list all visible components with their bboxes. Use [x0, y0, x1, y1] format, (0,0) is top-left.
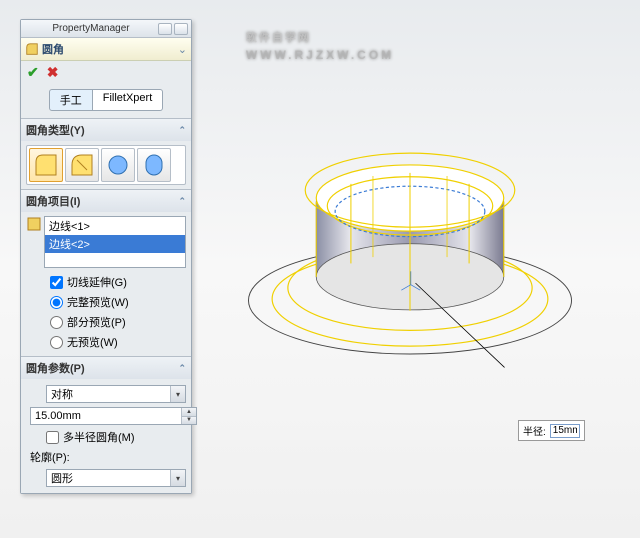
fillet-type-group [26, 145, 186, 185]
profile-value: 圆形 [47, 470, 170, 486]
fillet-icon [25, 42, 39, 56]
multi-radius-label: 多半径圆角(M) [63, 429, 135, 445]
list-item[interactable]: 边线<1> [45, 217, 185, 235]
feature-header: 圆角 ⌄ [21, 38, 191, 61]
section-header-items[interactable]: 圆角项目(I) ⌃ [21, 190, 191, 212]
fillet-type-constant[interactable] [29, 148, 63, 182]
tab-manual[interactable]: 手工 [49, 89, 93, 111]
fillet-type-face[interactable] [101, 148, 135, 182]
watermark-text: 软件自学网 [246, 32, 311, 44]
radius-spinner[interactable]: ▲ ▼ [30, 407, 197, 425]
chevron-down-icon[interactable]: ⌄ [178, 43, 187, 56]
panel-title: PropertyManager [24, 23, 158, 34]
profile-dropdown[interactable]: 圆形 ▾ [46, 469, 186, 487]
partial-preview-row: 部分预览(P) [26, 312, 186, 332]
fillet-type-full-round[interactable] [137, 148, 171, 182]
partial-preview-radio[interactable] [50, 316, 63, 329]
multi-radius-checkbox[interactable] [46, 431, 59, 444]
full-preview-radio[interactable] [50, 296, 63, 309]
fillet-type-variable[interactable] [65, 148, 99, 182]
chevron-up-icon: ⌃ [178, 125, 186, 136]
property-manager-panel: PropertyManager 圆角 ⌄ ✔ ✖ 手工 FilletXpert … [20, 19, 192, 494]
no-preview-label: 无预览(W) [67, 334, 118, 350]
tabs: 手工 FilletXpert [21, 84, 191, 118]
cancel-button[interactable]: ✖ [47, 64, 59, 81]
chevron-down-icon[interactable]: ▾ [170, 386, 185, 402]
no-preview-radio[interactable] [50, 336, 63, 349]
section-title-params: 圆角参数(P) [26, 360, 85, 376]
model-3d[interactable] [195, 135, 625, 395]
selection-icon [26, 216, 42, 232]
full-preview-label: 完整预览(W) [67, 294, 129, 310]
section-header-type[interactable]: 圆角类型(Y) ⌃ [21, 119, 191, 141]
action-row: ✔ ✖ [21, 61, 191, 84]
symmetry-dropdown[interactable]: 对称 ▾ [46, 385, 186, 403]
chevron-down-icon[interactable]: ▾ [170, 470, 185, 486]
chevron-up-icon: ⌃ [178, 196, 186, 207]
list-item[interactable]: 边线<2> [45, 235, 185, 253]
radius-callout[interactable]: 半径: [518, 420, 585, 441]
profile-icon [26, 470, 42, 486]
full-preview-row: 完整预览(W) [26, 292, 186, 312]
tab-filletxpert[interactable]: FilletXpert [93, 89, 164, 111]
watermark: 软件自学网 WWW.RJZXW.COM [246, 16, 394, 62]
section-title-items: 圆角项目(I) [26, 193, 80, 209]
help-icon[interactable] [174, 23, 188, 35]
selection-listbox[interactable]: 边线<1> 边线<2> [44, 216, 186, 268]
spin-up-button[interactable]: ▲ [182, 408, 196, 416]
tangent-label: 切线延伸(G) [67, 274, 127, 290]
pushpin-icon[interactable] [158, 23, 172, 35]
symmetry-value: 对称 [47, 386, 170, 402]
radius-input[interactable] [31, 410, 181, 422]
spin-down-button[interactable]: ▼ [182, 416, 196, 425]
tangent-checkbox[interactable] [50, 276, 63, 289]
no-preview-row: 无预览(W) [26, 332, 186, 352]
partial-preview-label: 部分预览(P) [67, 314, 126, 330]
section-title-type: 圆角类型(Y) [26, 122, 85, 138]
watermark-url: WWW.RJZXW.COM [246, 48, 394, 62]
callout-label: 半径: [523, 423, 546, 438]
profile-label: 轮廓(P): [26, 447, 186, 467]
feature-name: 圆角 [42, 41, 64, 57]
ok-button[interactable]: ✔ [27, 64, 39, 81]
section-header-params[interactable]: 圆角参数(P) ⌃ [21, 357, 191, 379]
panel-titlebar: PropertyManager [21, 20, 191, 38]
symmetry-icon [26, 386, 42, 402]
callout-value-input[interactable] [550, 424, 580, 438]
tangent-propagation-row: 切线延伸(G) [26, 272, 186, 292]
list-item-empty[interactable] [45, 253, 185, 267]
chevron-up-icon: ⌃ [178, 363, 186, 374]
